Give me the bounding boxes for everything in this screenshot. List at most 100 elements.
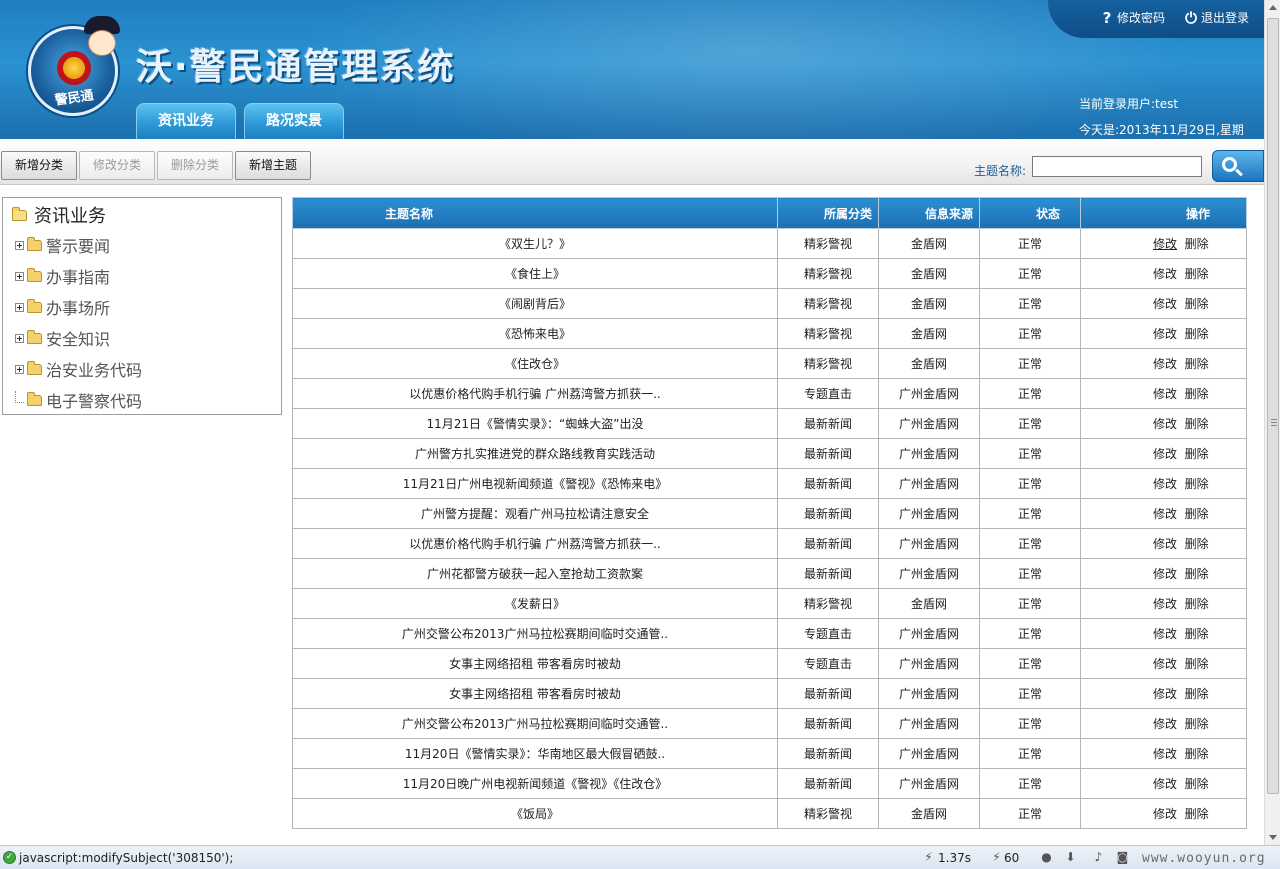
scroll-thumb[interactable] [1267, 18, 1279, 794]
tree-connector [15, 391, 24, 403]
search-button[interactable] [1212, 150, 1264, 182]
header-category: 所属分类 [777, 197, 879, 229]
cell-subject-name: 《闹剧背后》 [292, 288, 778, 319]
delete-link[interactable]: 删除 [1185, 657, 1209, 671]
user-icon[interactable]: ● [1040, 851, 1053, 864]
edit-link[interactable]: 修改 [1153, 747, 1177, 761]
cell-subject-name: 以优惠价格代购手机行骗 广州荔湾警方抓获一.. [292, 378, 778, 409]
edit-link[interactable]: 修改 [1153, 237, 1177, 251]
expand-icon[interactable] [15, 364, 24, 374]
tree-item[interactable]: 警示要闻 [15, 233, 110, 257]
edit-link[interactable]: 修改 [1153, 387, 1177, 401]
cell-status: 正常 [979, 798, 1081, 829]
cell-status: 正常 [979, 258, 1081, 289]
edit-link[interactable]: 修改 [1153, 777, 1177, 791]
edit-link[interactable]: 修改 [1153, 687, 1177, 701]
expand-icon[interactable] [15, 333, 24, 343]
cell-status: 正常 [979, 588, 1081, 619]
expand-icon[interactable] [15, 302, 24, 312]
edit-link[interactable]: 修改 [1153, 417, 1177, 431]
edit-link[interactable]: 修改 [1153, 597, 1177, 611]
delete-link[interactable]: 删除 [1185, 477, 1209, 491]
tree-item[interactable]: 电子警察代码 [15, 388, 142, 412]
cell-category: 最新新闻 [777, 708, 879, 739]
tree-item[interactable]: 办事场所 [15, 295, 110, 319]
cell-source: 金盾网 [878, 258, 980, 289]
tree-item[interactable]: 办事指南 [15, 264, 110, 288]
delete-link[interactable]: 删除 [1185, 357, 1209, 371]
edit-link[interactable]: 修改 [1153, 807, 1177, 821]
lightning-icon: ⚡ [992, 850, 1001, 864]
edit-link[interactable]: 修改 [1153, 327, 1177, 341]
edit-link[interactable]: 修改 [1153, 297, 1177, 311]
scroll-up-icon[interactable] [1269, 5, 1277, 10]
delete-link[interactable]: 删除 [1185, 237, 1209, 251]
cell-source: 广州金盾网 [878, 738, 980, 769]
delete-link[interactable]: 删除 [1185, 627, 1209, 641]
edit-link[interactable]: 修改 [1153, 447, 1177, 461]
scroll-down-icon[interactable] [1269, 835, 1277, 840]
cell-operations: 修改 删除 [1080, 408, 1247, 439]
delete-link[interactable]: 删除 [1185, 447, 1209, 461]
edit-link[interactable]: 修改 [1153, 477, 1177, 491]
add-subject-button[interactable]: 新增主题 [235, 151, 311, 180]
delete-link[interactable]: 删除 [1185, 747, 1209, 761]
delete-link[interactable]: 删除 [1185, 417, 1209, 431]
edit-link[interactable]: 修改 [1153, 717, 1177, 731]
delete-link[interactable]: 删除 [1185, 717, 1209, 731]
edit-link[interactable]: 修改 [1153, 657, 1177, 671]
edit-category-button[interactable]: 修改分类 [79, 151, 155, 180]
expand-icon[interactable] [15, 271, 24, 281]
cell-status: 正常 [979, 438, 1081, 469]
delete-link[interactable]: 删除 [1185, 267, 1209, 281]
cell-status: 正常 [979, 288, 1081, 319]
delete-link[interactable]: 删除 [1185, 327, 1209, 341]
delete-link[interactable]: 删除 [1185, 387, 1209, 401]
tab-news-business[interactable]: 资讯业务 [136, 103, 236, 139]
tree-root[interactable]: 资讯业务 [12, 202, 106, 228]
cell-subject-name: 广州花都警方破获一起入室抢劫工资款案 [292, 558, 778, 589]
expand-icon[interactable] [15, 240, 24, 250]
edit-link[interactable]: 修改 [1153, 507, 1177, 521]
delete-link[interactable]: 删除 [1185, 687, 1209, 701]
cell-category: 最新新闻 [777, 438, 879, 469]
cell-category: 精彩警视 [777, 318, 879, 349]
folder-icon [27, 298, 42, 313]
camera-icon[interactable]: ◙ [1116, 851, 1129, 864]
cell-category: 最新新闻 [777, 768, 879, 799]
edit-link[interactable]: 修改 [1153, 567, 1177, 581]
delete-link[interactable]: 删除 [1185, 597, 1209, 611]
tree-item-label: 警示要闻 [46, 237, 111, 256]
cell-category: 精彩警视 [777, 348, 879, 379]
delete-category-button[interactable]: 删除分类 [157, 151, 233, 180]
delete-link[interactable]: 删除 [1185, 297, 1209, 311]
cell-status: 正常 [979, 648, 1081, 679]
add-category-button[interactable]: 新增分类 [1, 151, 77, 180]
tab-road-view[interactable]: 路况实景 [244, 103, 344, 139]
cell-subject-name: 以优惠价格代购手机行骗 广州荔湾警方抓获一.. [292, 528, 778, 559]
vertical-scrollbar[interactable] [1264, 0, 1280, 845]
delete-link[interactable]: 删除 [1185, 807, 1209, 821]
load-time: 1.37s [938, 851, 971, 865]
download-icon[interactable]: ⬇ [1064, 851, 1077, 864]
speaker-icon[interactable]: ♪ [1092, 851, 1105, 864]
cell-status: 正常 [979, 348, 1081, 379]
tree-item[interactable]: 治安业务代码 [15, 357, 142, 381]
delete-link[interactable]: 删除 [1185, 567, 1209, 581]
category-tree: 资讯业务 警示要闻 办事指南 办事场所 安全知识 治安业务代码 电子警察代码 [2, 197, 282, 415]
subject-name-search-input[interactable] [1032, 156, 1202, 177]
table-row: 《闹剧背后》 精彩警视 金盾网 正常 修改 删除 [292, 288, 1247, 319]
edit-link[interactable]: 修改 [1153, 537, 1177, 551]
logout-link[interactable]: ⏻ 退出登录 [1184, 9, 1249, 26]
cell-category: 最新新闻 [777, 678, 879, 709]
change-password-link[interactable]: ? 修改密码 [1100, 9, 1165, 26]
delete-link[interactable]: 删除 [1185, 537, 1209, 551]
cell-status: 正常 [979, 558, 1081, 589]
delete-link[interactable]: 删除 [1185, 507, 1209, 521]
delete-link[interactable]: 删除 [1185, 777, 1209, 791]
edit-link[interactable]: 修改 [1153, 627, 1177, 641]
tree-item[interactable]: 安全知识 [15, 326, 110, 350]
edit-link[interactable]: 修改 [1153, 357, 1177, 371]
edit-link[interactable]: 修改 [1153, 267, 1177, 281]
cell-operations: 修改 删除 [1080, 228, 1247, 259]
